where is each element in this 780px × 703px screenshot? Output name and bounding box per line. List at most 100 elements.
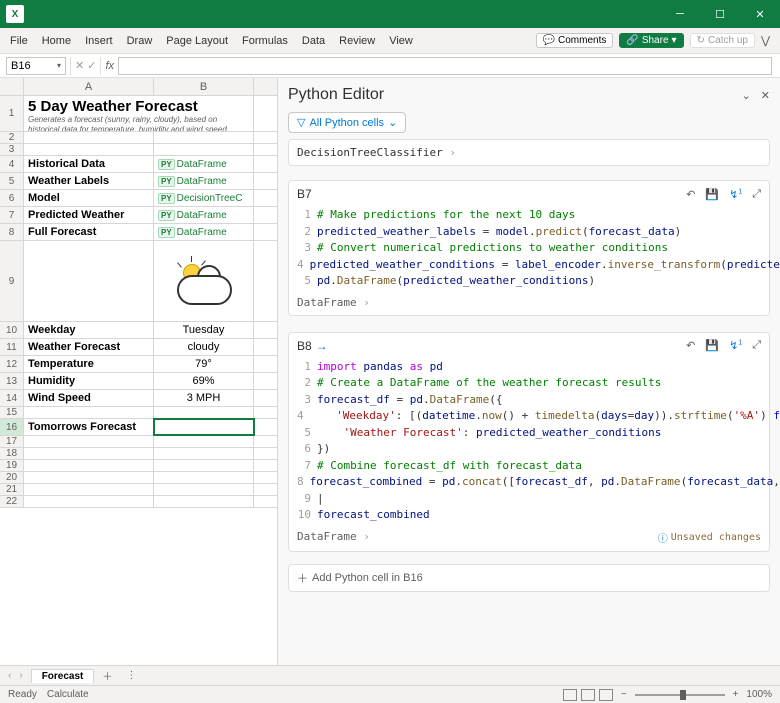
cell-b14[interactable]: 3 MPH xyxy=(154,390,254,406)
cell-b11[interactable]: cloudy xyxy=(154,339,254,355)
cancel-formula-icon[interactable]: ✕ xyxy=(75,59,84,72)
row-header-13[interactable]: 13 xyxy=(0,373,24,389)
cell-b5[interactable]: PYDataFrame xyxy=(154,173,254,189)
cell-a19[interactable] xyxy=(24,460,154,471)
cell-b16[interactable] xyxy=(154,419,254,435)
zoom-slider[interactable] xyxy=(635,694,725,696)
expand-icon[interactable]: ⤢ xyxy=(752,188,761,201)
cell-b20[interactable] xyxy=(154,472,254,483)
row-header-11[interactable]: 11 xyxy=(0,339,24,355)
row-header-7[interactable]: 7 xyxy=(0,207,24,223)
filter-cells-button[interactable]: ▽ All Python cells ⌄ xyxy=(288,112,406,133)
cell-a3[interactable] xyxy=(24,144,154,155)
cell-b18[interactable] xyxy=(154,448,254,459)
zoom-level[interactable]: 100% xyxy=(746,689,772,700)
cell-b8[interactable]: PYDataFrame xyxy=(154,224,254,240)
cell-b12[interactable]: 79° xyxy=(154,356,254,372)
row-header-8[interactable]: 8 xyxy=(0,224,24,240)
zoom-in-icon[interactable]: + xyxy=(733,689,739,700)
cell-a20[interactable] xyxy=(24,472,154,483)
cell-a9[interactable] xyxy=(24,241,154,321)
row-header-6[interactable]: 6 xyxy=(0,190,24,206)
cell-a14[interactable]: Wind Speed xyxy=(24,390,154,406)
row-header-2[interactable]: 2 xyxy=(0,132,24,143)
ribbon-expand-icon[interactable]: ⋁ xyxy=(761,34,770,47)
fx-label[interactable]: fx xyxy=(101,60,118,72)
formula-input[interactable] xyxy=(118,57,772,75)
card-b7-output[interactable]: DataFrame xyxy=(297,296,357,309)
cell-a21[interactable] xyxy=(24,484,154,495)
minimize-button[interactable]: ─ xyxy=(660,0,700,28)
expand-icon[interactable]: ⤢ xyxy=(752,339,761,352)
card-ref-b8[interactable]: B8 → xyxy=(297,339,328,353)
row-header-20[interactable]: 20 xyxy=(0,472,24,483)
tab-data[interactable]: Data xyxy=(302,35,325,47)
row-header-18[interactable]: 18 xyxy=(0,448,24,459)
cell-b6[interactable]: PYDecisionTreeC xyxy=(154,190,254,206)
row-header-10[interactable]: 10 xyxy=(0,322,24,338)
undo-icon[interactable]: ↶ xyxy=(686,188,695,201)
row-header-5[interactable]: 5 xyxy=(0,173,24,189)
cell-a11[interactable]: Weather Forecast xyxy=(24,339,154,355)
cell-b9[interactable] xyxy=(154,241,254,321)
col-header-b[interactable]: B xyxy=(154,78,254,95)
cell-a8[interactable]: Full Forecast xyxy=(24,224,154,240)
cell-a5[interactable]: Weather Labels xyxy=(24,173,154,189)
cell-a10[interactable]: Weekday xyxy=(24,322,154,338)
row-header-22[interactable]: 22 xyxy=(0,496,24,507)
tab-view[interactable]: View xyxy=(389,35,413,47)
tab-review[interactable]: Review xyxy=(339,35,375,47)
cell-a2[interactable] xyxy=(24,132,154,143)
maximize-button[interactable]: ☐ xyxy=(700,0,740,28)
tab-formulas[interactable]: Formulas xyxy=(242,35,288,47)
row-header-9[interactable]: 9 xyxy=(0,241,24,321)
row-header-1[interactable]: 1 xyxy=(0,96,24,131)
catchup-button[interactable]: ↻ Catch up xyxy=(690,33,755,48)
name-box[interactable]: B16▾ xyxy=(6,57,66,75)
cell-b7[interactable]: PYDataFrame xyxy=(154,207,254,223)
cell-b21[interactable] xyxy=(154,484,254,495)
sheet-nav-prev-icon[interactable]: ‹ xyxy=(8,670,11,681)
cell-a15[interactable] xyxy=(24,407,154,418)
cell-a6[interactable]: Model xyxy=(24,190,154,206)
tab-page-layout[interactable]: Page Layout xyxy=(166,35,228,47)
tab-draw[interactable]: Draw xyxy=(127,35,153,47)
undo-icon[interactable]: ↶ xyxy=(686,339,695,352)
cell-a16[interactable]: Tomorrows Forecast xyxy=(24,419,154,435)
code-block-b7[interactable]: 1# Make predictions for the next 10 days… xyxy=(297,207,761,290)
row-header-19[interactable]: 19 xyxy=(0,460,24,471)
cell-a17[interactable] xyxy=(24,436,154,447)
share-button[interactable]: 🔗 Share ▾ xyxy=(619,33,683,48)
row-header-12[interactable]: 12 xyxy=(0,356,24,372)
sheets-menu-icon[interactable]: ⋮ xyxy=(126,670,136,681)
sheet-nav-next-icon[interactable]: › xyxy=(19,670,22,681)
cell-a18[interactable] xyxy=(24,448,154,459)
row-header-14[interactable]: 14 xyxy=(0,390,24,406)
status-calculate[interactable]: Calculate xyxy=(47,689,89,700)
cell-b15[interactable] xyxy=(154,407,254,418)
close-button[interactable]: ✕ xyxy=(740,0,780,28)
cell-a4[interactable]: Historical Data xyxy=(24,156,154,172)
cell-b2[interactable] xyxy=(154,132,254,143)
row-header-4[interactable]: 4 xyxy=(0,156,24,172)
spreadsheet[interactable]: A B 1 5 Day Weather Forecast Generates a… xyxy=(0,78,278,665)
breadcrumb-box[interactable]: DecisionTreeClassifier › xyxy=(288,139,770,166)
cell-b22[interactable] xyxy=(154,496,254,507)
add-sheet-icon[interactable]: ＋ xyxy=(102,668,112,683)
collapse-pane-icon[interactable]: ⌄ xyxy=(742,89,751,102)
cell-a7[interactable]: Predicted Weather xyxy=(24,207,154,223)
view-page-layout-icon[interactable] xyxy=(581,689,595,701)
cell-b17[interactable] xyxy=(154,436,254,447)
tab-insert[interactable]: Insert xyxy=(85,35,113,47)
accept-formula-icon[interactable]: ✓ xyxy=(87,59,96,72)
run-icon[interactable]: ↯1 xyxy=(729,188,742,201)
cell-a13[interactable]: Humidity xyxy=(24,373,154,389)
cell-a12[interactable]: Temperature xyxy=(24,356,154,372)
row-header-16[interactable]: 16 xyxy=(0,419,24,435)
save-icon[interactable]: 💾 xyxy=(705,339,719,352)
row-header-3[interactable]: 3 xyxy=(0,144,24,155)
view-normal-icon[interactable] xyxy=(563,689,577,701)
code-block-b8[interactable]: 1import pandas as pd2# Create a DataFram… xyxy=(297,359,761,524)
row-header-21[interactable]: 21 xyxy=(0,484,24,495)
card-b8-output[interactable]: DataFrame xyxy=(297,530,357,543)
